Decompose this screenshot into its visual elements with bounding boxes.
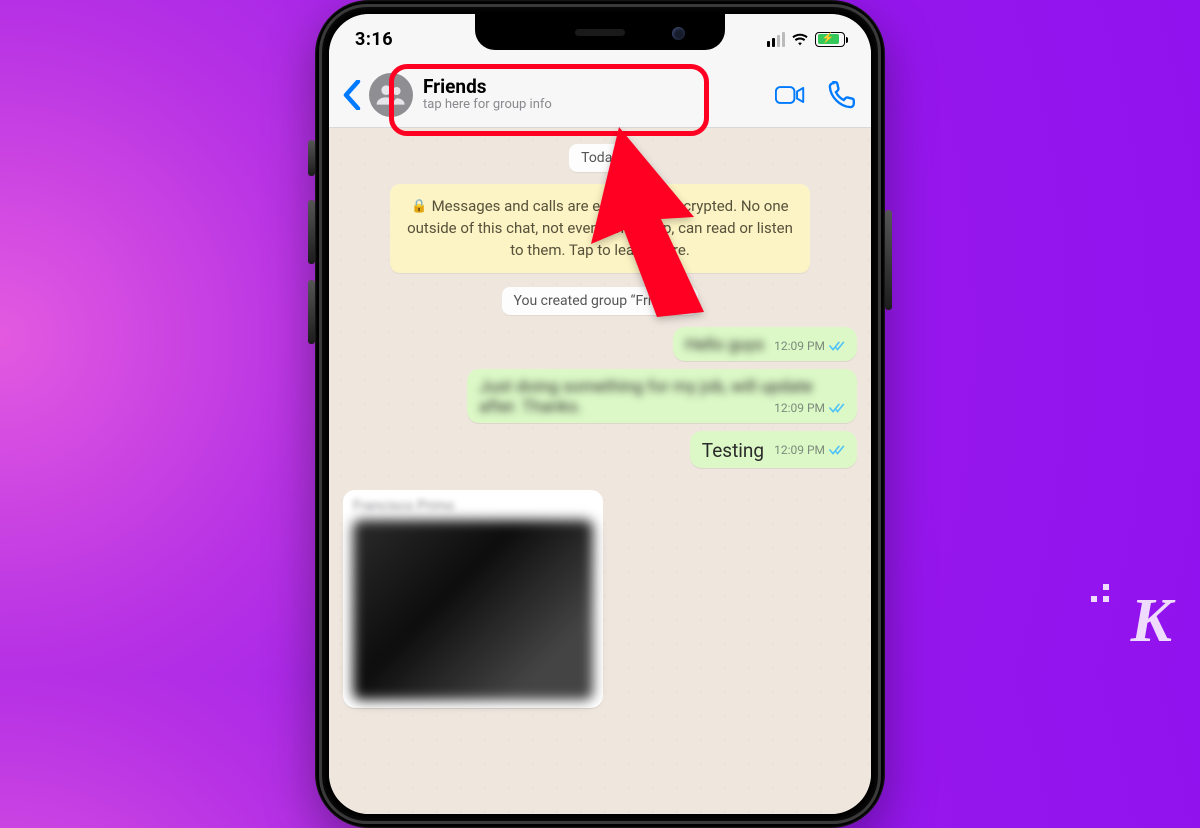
message-time: 12:09 PM (774, 339, 825, 353)
status-icons: ⚡ (767, 30, 845, 48)
cell-signal-icon (767, 32, 785, 47)
chat-title: Friends (423, 76, 552, 98)
chat-subtitle: tap here for group info (423, 98, 552, 113)
message-time: 12:09 PM (774, 443, 825, 457)
outgoing-message[interactable]: Testing 12:09 PM (690, 431, 857, 468)
outgoing-message[interactable]: Just doing something for my job, will up… (467, 369, 857, 423)
status-time: 3:16 (355, 29, 393, 50)
message-text: Hello guys (685, 335, 764, 355)
incoming-message[interactable]: Francisco Primo (343, 490, 603, 708)
back-button[interactable] (343, 80, 365, 110)
chat-body[interactable]: Today 🔒Messages and calls are end-to-end… (329, 128, 871, 814)
voice-call-button[interactable] (827, 80, 857, 110)
battery-icon: ⚡ (815, 32, 845, 47)
system-message: You created group “Friends” (502, 287, 699, 315)
mute-switch (308, 140, 315, 176)
watermark-logo: K (1131, 586, 1170, 657)
phone-device: 3:16 ⚡ F (315, 0, 885, 828)
volume-down (308, 280, 315, 344)
message-time: 12:09 PM (774, 401, 825, 415)
message-sender: Francisco Primo (353, 498, 593, 514)
group-avatar-icon (369, 73, 413, 117)
notch (475, 14, 725, 50)
encryption-notice[interactable]: 🔒Messages and calls are end-to-end encry… (390, 184, 810, 273)
group-info-button[interactable]: Friends tap here for group info (369, 73, 769, 117)
read-ticks-icon (829, 444, 847, 456)
wifi-icon (791, 30, 809, 48)
read-ticks-icon (829, 340, 847, 352)
message-text: Just doing something for my job, will up… (479, 377, 813, 417)
chat-header: Friends tap here for group info (329, 62, 871, 128)
volume-up (308, 200, 315, 264)
video-call-button[interactable] (775, 80, 805, 110)
phone-screen: 3:16 ⚡ F (329, 14, 871, 814)
lock-icon: 🔒 (411, 198, 427, 217)
message-text: Testing (702, 439, 764, 462)
power-button (885, 210, 892, 310)
date-pill: Today (569, 144, 631, 172)
message-image[interactable] (353, 520, 593, 700)
outgoing-message[interactable]: Hello guys 12:09 PM (673, 327, 857, 361)
read-ticks-icon (829, 402, 847, 414)
